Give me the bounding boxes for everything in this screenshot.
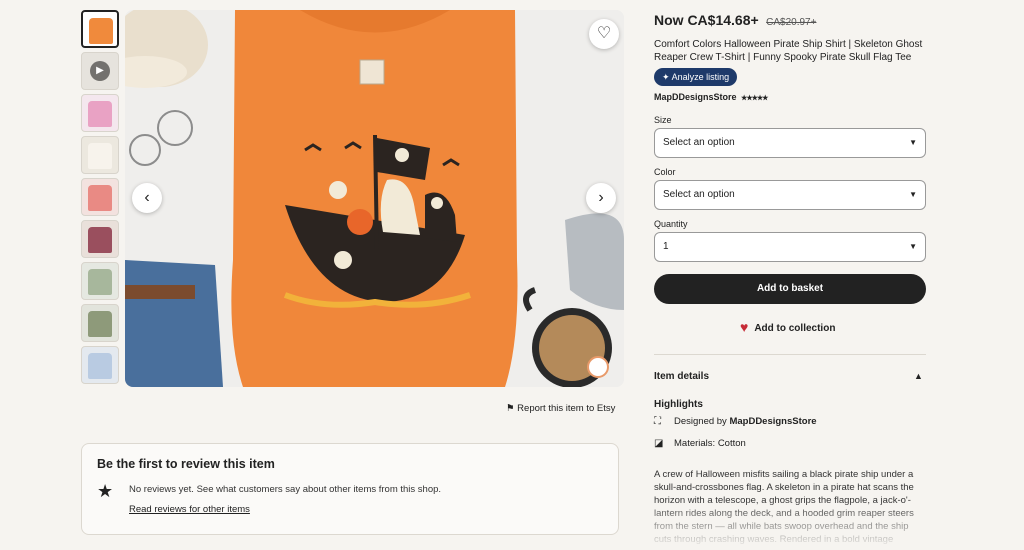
thumbnail-strip: ▶ (81, 10, 121, 388)
designed-by-shop-link[interactable]: MapDDesignsStore (729, 416, 816, 427)
main-product-image: ♡ ‹ › (125, 10, 624, 387)
thumbnail-video[interactable]: ▶ (81, 52, 119, 90)
size-label: Size (654, 115, 672, 125)
color-select-value: Select an option (663, 189, 735, 200)
product-title: Comfort Colors Halloween Pirate Ship Shi… (654, 39, 923, 63)
thumbnail-3[interactable] (81, 94, 119, 132)
price-row: Now CA$14.68+ CA$20.97+ (654, 12, 816, 30)
previous-image-button[interactable]: ‹ (132, 183, 162, 213)
add-to-collection-button[interactable]: ♥ Add to collection (740, 319, 835, 335)
thumbnail-4[interactable] (81, 136, 119, 174)
reviews-title: Be the first to review this item (97, 457, 275, 471)
item-details-header[interactable]: Item details (654, 371, 709, 382)
price-original: CA$20.97+ (766, 17, 817, 28)
thumbnail-7[interactable] (81, 262, 119, 300)
flag-icon: ⚑ (506, 403, 515, 414)
chevron-down-icon: ▼ (909, 242, 917, 251)
divider (654, 354, 926, 355)
chevron-down-icon: ▼ (909, 190, 917, 199)
report-item-link[interactable]: ⚑ Report this item to Etsy (506, 403, 615, 414)
description-fade (654, 500, 934, 550)
reviews-card: Be the first to review this item ★ No re… (81, 443, 619, 535)
no-reviews-text: No reviews yet. See what customers say a… (129, 484, 442, 495)
design-icon: ⛶ (654, 416, 661, 427)
quantity-select[interactable]: 1 ▼ (654, 232, 926, 262)
add-to-basket-button[interactable]: Add to basket (654, 274, 926, 304)
size-select-value: Select an option (663, 137, 735, 148)
heart-icon: ♥ (740, 319, 749, 335)
play-icon: ▶ (90, 61, 110, 81)
thumbnail-6[interactable] (81, 220, 119, 258)
read-reviews-link[interactable]: Read reviews for other items (129, 504, 250, 515)
materials-icon: ◪ (654, 438, 664, 449)
quantity-label: Quantity (654, 219, 688, 229)
designed-by-prefix: Designed by (674, 416, 730, 427)
report-label: Report this item to Etsy (517, 403, 616, 414)
thumbnail-8[interactable] (81, 304, 119, 342)
materials-row: ◪ Materials: Cotton (654, 438, 746, 449)
highlights-heading: Highlights (654, 399, 703, 410)
shop-name-link[interactable]: MapDDesignsStore (654, 92, 737, 102)
chevron-down-icon: ▼ (909, 138, 917, 147)
sparkle-icon: ✦ (662, 72, 670, 82)
chevron-up-icon[interactable]: ▲ (914, 371, 923, 381)
color-select[interactable]: Select an option ▼ (654, 180, 926, 210)
size-select[interactable]: Select an option ▼ (654, 128, 926, 158)
analyze-label: Analyze listing (671, 72, 730, 82)
thumbnail-5[interactable] (81, 178, 119, 216)
next-image-button[interactable]: › (586, 183, 616, 213)
analyze-listing-button[interactable]: ✦ Analyze listing (654, 68, 738, 86)
thumbnail-9[interactable] (81, 346, 119, 384)
designed-by-row: ⛶ Designed by MapDDesignsStore (654, 416, 817, 427)
listing-badge-icon (587, 356, 609, 378)
thumbnail-1[interactable] (81, 10, 119, 48)
rating-stars: ★★★★★ (741, 95, 768, 102)
materials-text: Materials: Cotton (674, 438, 746, 449)
shirt-illustration (125, 10, 624, 387)
quantity-select-value: 1 (663, 241, 669, 252)
star-icon: ★ (97, 481, 114, 501)
favorite-heart-button[interactable]: ♡ (589, 19, 619, 49)
shop-row: MapDDesignsStore ★★★★★ (654, 92, 768, 102)
add-collection-label: Add to collection (754, 323, 836, 334)
color-label: Color (654, 167, 676, 177)
price-now: Now CA$14.68+ (654, 12, 759, 28)
